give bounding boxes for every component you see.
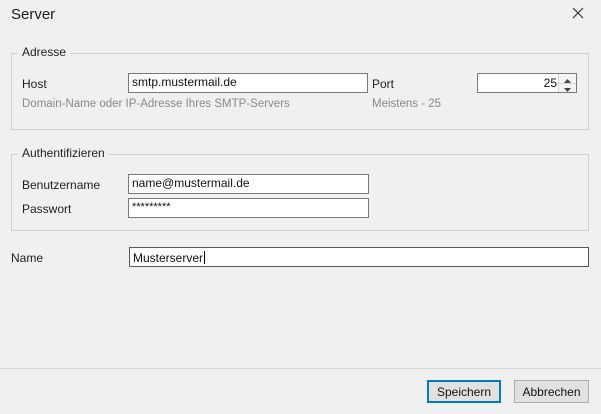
port-spinner[interactable]: 25 [477, 73, 577, 93]
host-input-value: smtp.mustermail.de [132, 75, 237, 89]
port-down-button[interactable] [559, 83, 576, 92]
chevron-down-icon [564, 81, 571, 95]
text-caret [204, 251, 206, 264]
host-hint: Domain-Name oder IP-Adresse Ihres SMTP-S… [22, 98, 290, 110]
close-icon [572, 7, 584, 22]
save-button[interactable]: Speichern [427, 380, 501, 403]
cancel-button[interactable]: Abbrechen [514, 380, 589, 403]
port-hint: Meistens - 25 [372, 98, 442, 110]
footer-divider [0, 368, 601, 369]
username-input-value: name@mustermail.de [132, 176, 250, 190]
window-title: Server [11, 6, 56, 23]
close-button[interactable] [566, 3, 590, 25]
username-input[interactable]: name@mustermail.de [128, 174, 369, 194]
username-label: Benutzername [22, 178, 101, 192]
adresse-legend: Adresse [18, 45, 71, 59]
name-input-value: Musterserver [133, 251, 204, 265]
password-input[interactable]: ********* [128, 198, 369, 218]
host-input[interactable]: smtp.mustermail.de [128, 73, 368, 93]
password-label: Passwort [22, 202, 72, 216]
port-spinner-arrows [558, 74, 576, 92]
name-label: Name [11, 251, 44, 265]
auth-legend: Authentifizieren [18, 146, 109, 160]
port-label: Port [372, 77, 395, 91]
port-value: 25 [543, 76, 557, 90]
name-input[interactable]: Musterserver [129, 247, 589, 267]
host-label: Host [22, 77, 47, 91]
password-input-value: ********* [132, 201, 171, 213]
